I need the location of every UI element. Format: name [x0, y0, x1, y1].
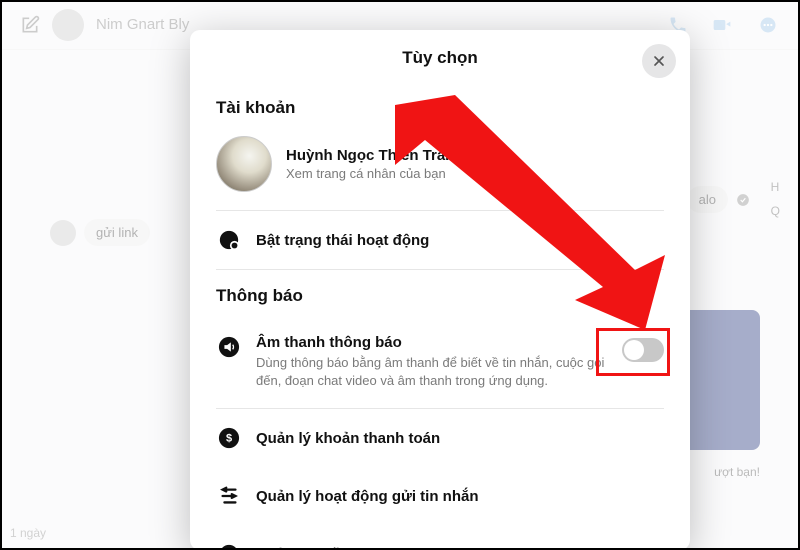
modal-body: Tài khoản Huỳnh Ngọc Thiên Trang Xem tra… — [190, 82, 690, 550]
toggle-knob — [624, 340, 644, 360]
blocking-icon — [216, 541, 242, 550]
close-icon — [651, 53, 667, 69]
preferences-modal: Tùy chọn Tài khoản Huỳnh Ngọc Thiên Tran… — [190, 30, 690, 550]
divider — [216, 269, 664, 270]
activity-status-item[interactable]: Bật trạng thái hoạt động — [216, 211, 664, 269]
message-delivery-icon — [216, 483, 242, 509]
modal-title: Tùy chọn — [190, 48, 690, 68]
payments-icon: $ — [216, 425, 242, 451]
svg-text:$: $ — [226, 433, 232, 445]
profile-link[interactable]: Huỳnh Ngọc Thiên Trang Xem trang cá nhân… — [216, 132, 664, 210]
profile-text: Huỳnh Ngọc Thiên Trang Xem trang cá nhân… — [286, 147, 464, 181]
manage-message-delivery-item[interactable]: Quản lý hoạt động gửi tin nhắn — [216, 467, 664, 525]
profile-name: Huỳnh Ngọc Thiên Trang — [286, 147, 464, 164]
speaker-icon — [216, 334, 242, 360]
notification-sound-text: Âm thanh thông báo Dùng thông báo bằng â… — [256, 334, 608, 390]
activity-status-label: Bật trạng thái hoạt động — [256, 232, 429, 249]
profile-subtitle: Xem trang cá nhân của bạn — [286, 166, 464, 181]
manage-payments-label: Quản lý khoản thanh toán — [256, 430, 440, 447]
avatar — [216, 136, 272, 192]
section-title-account: Tài khoản — [216, 98, 664, 118]
section-title-notifications: Thông báo — [216, 286, 664, 306]
manage-blocking-label: Quản lý phần Chặn — [256, 546, 393, 550]
notification-sound-title: Âm thanh thông báo — [256, 334, 608, 351]
modal-header: Tùy chọn — [190, 30, 690, 82]
manage-blocking-item[interactable]: Quản lý phần Chặn — [216, 525, 664, 550]
activity-status-icon — [216, 227, 242, 253]
notification-sound-row: Âm thanh thông báo Dùng thông báo bằng â… — [216, 320, 664, 408]
manage-payments-item[interactable]: $ Quản lý khoản thanh toán — [216, 409, 664, 467]
manage-message-delivery-label: Quản lý hoạt động gửi tin nhắn — [256, 488, 479, 505]
notification-sound-toggle[interactable] — [622, 338, 664, 362]
close-button[interactable] — [642, 44, 676, 78]
notification-sound-desc: Dùng thông báo bằng âm thanh để biết về … — [256, 354, 608, 390]
